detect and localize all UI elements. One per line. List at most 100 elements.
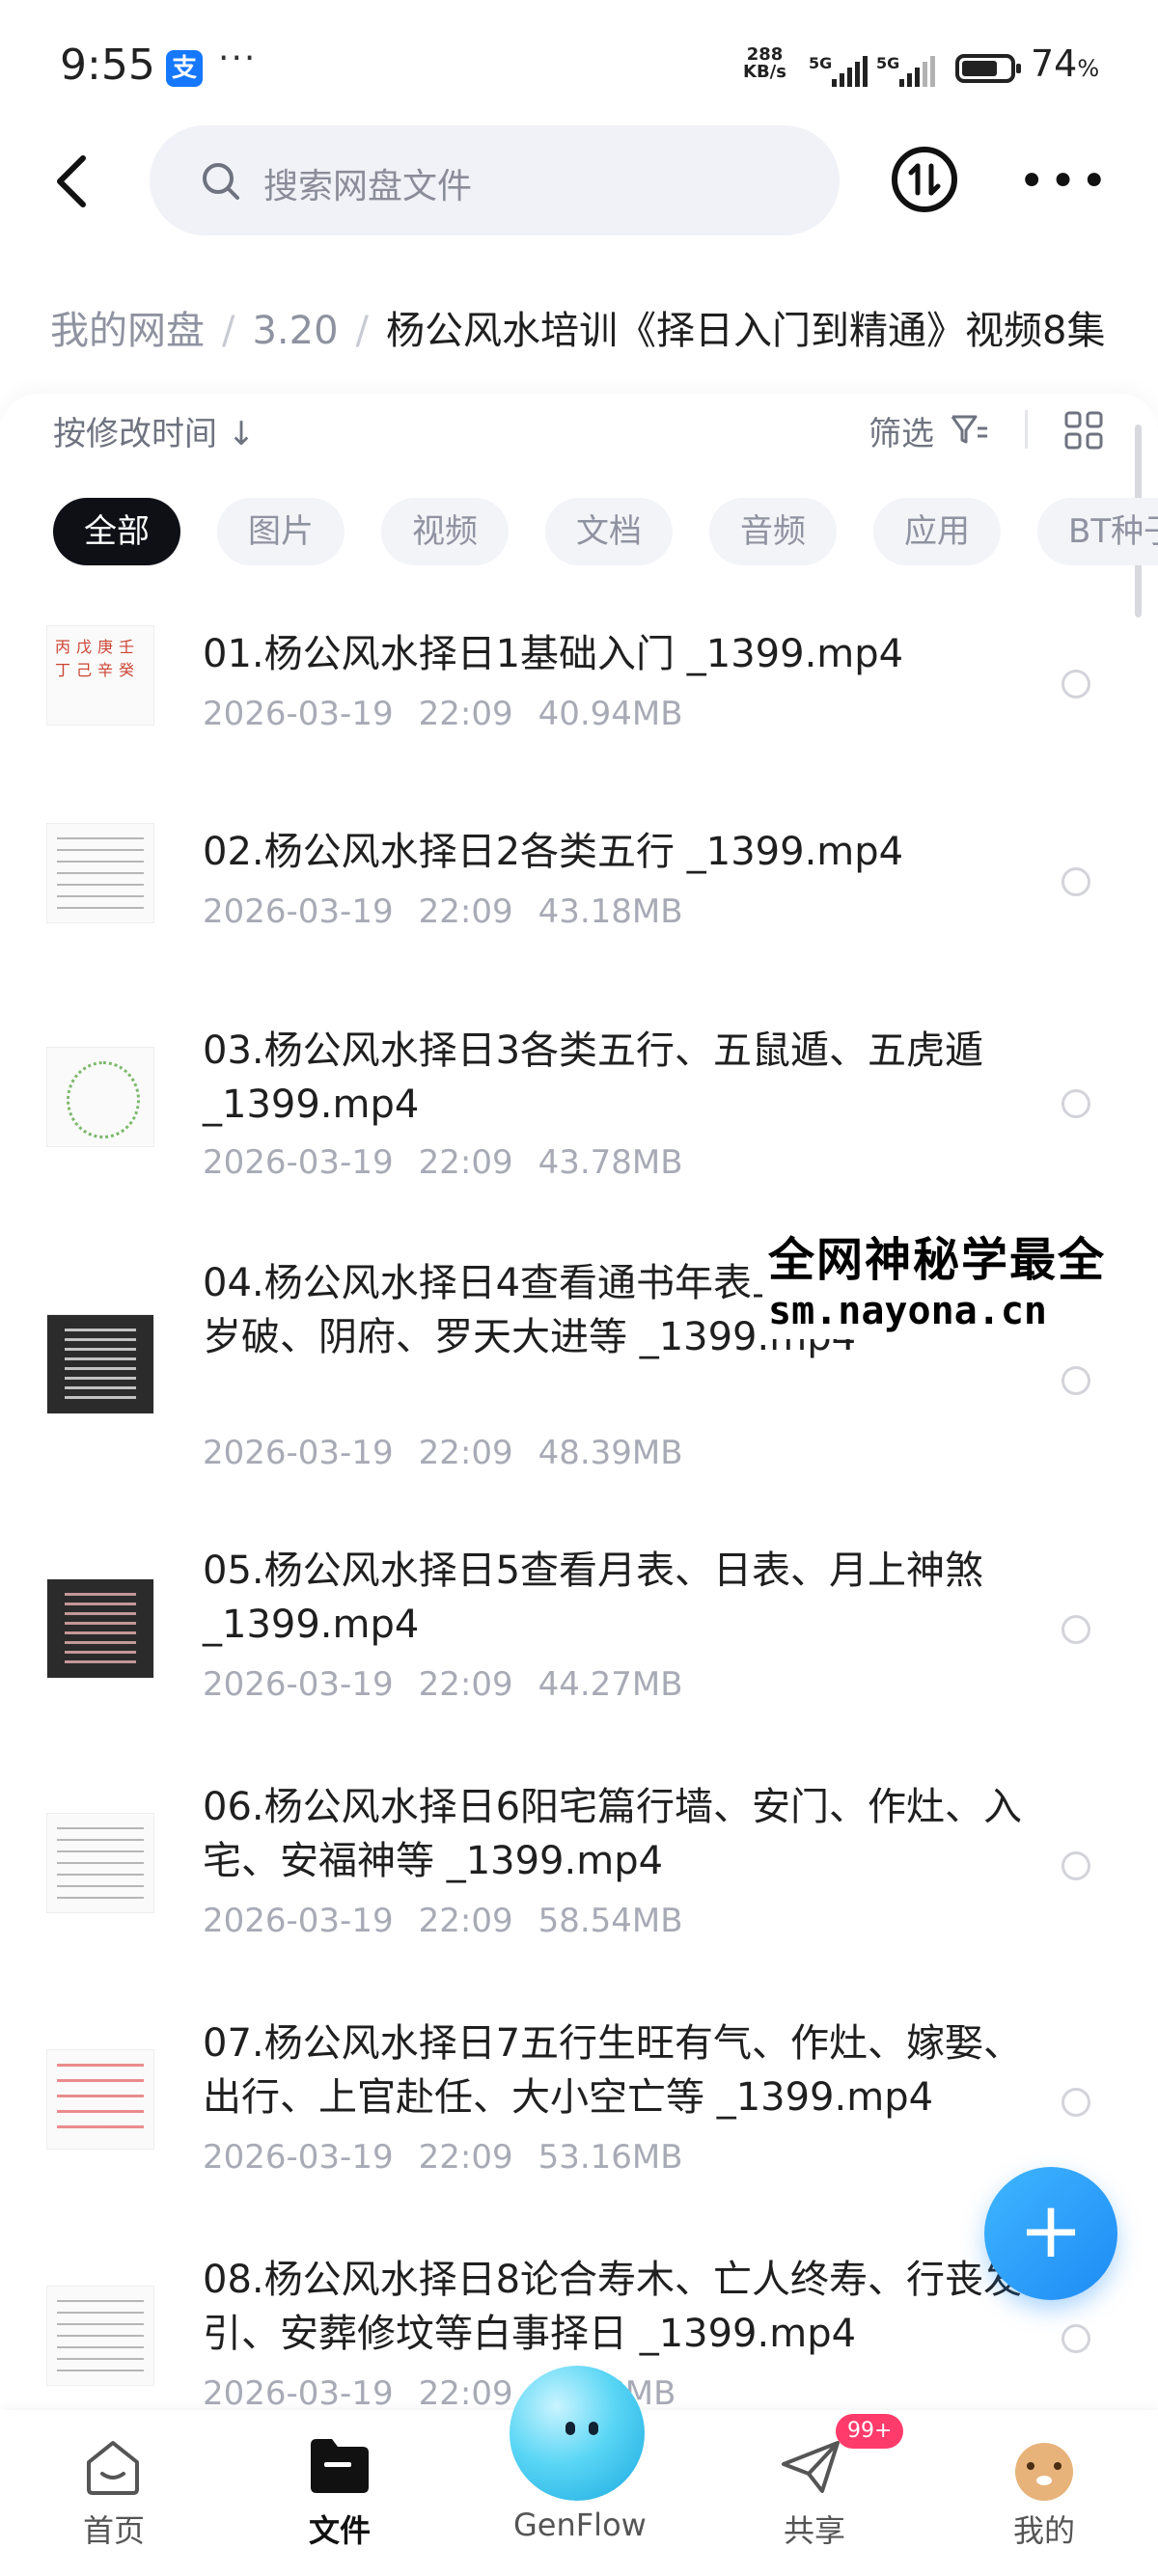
- file-row-7[interactable]: 07.杨公风水择日7五行生旺有气、作灶、嫁娶、出行、上官赴任、大小空亡等 _13…: [0, 2016, 1158, 2209]
- watermark-line-1: 全网神秘学最全: [768, 1233, 1107, 1287]
- file-name: 02.杨公风水择日2各类五行 _1399.mp4: [203, 830, 904, 874]
- video-thumbnail: [46, 1578, 154, 1679]
- transfer-arrows-icon: [908, 163, 941, 196]
- chip-video[interactable]: 视频: [381, 498, 509, 565]
- back-button[interactable]: [50, 152, 96, 210]
- more-options-button[interactable]: •••: [1018, 158, 1112, 205]
- select-radio[interactable]: [1062, 867, 1090, 896]
- file-date: 2026-03-19: [203, 1434, 394, 1472]
- toolbar-divider: [1025, 410, 1028, 449]
- file-row-2[interactable]: 02.杨公风水择日2各类五行 _1399.mp4 2026-03-19 22:09…: [0, 815, 1158, 960]
- file-name: 07.杨公风水择日7五行生旺有气、作灶、嫁娶、出行、上官赴任、大小空亡等 _13…: [203, 2021, 1023, 2120]
- genflow-mascot-icon[interactable]: [510, 2366, 645, 2501]
- video-thumbnail: 丙戊庚壬丁己辛癸: [46, 625, 154, 726]
- file-row-3[interactable]: 03.杨公风水择日3各类五行、五鼠遁、五虎遁 _1399.mp4 2026-03…: [0, 1018, 1158, 1211]
- filter-button[interactable]: 筛选: [868, 407, 934, 454]
- file-size: 43.78MB: [538, 1143, 683, 1182]
- file-row-6[interactable]: 06.杨公风水择日6阳宅篇行墙、安门、作灶、入宅、安福神等 _1399.mp4 …: [0, 1780, 1158, 1973]
- file-time: 22:09: [418, 2138, 513, 2177]
- more-notifications-icon: ···: [218, 39, 258, 78]
- sort-arrow-icon: ↓: [227, 415, 256, 453]
- file-time: 22:09: [418, 1902, 513, 1940]
- chip-bt-torrent[interactable]: BT种子: [1037, 498, 1158, 565]
- breadcrumb-folder[interactable]: 3.20: [252, 309, 338, 353]
- file-date: 2026-03-19: [203, 2138, 394, 2177]
- file-name: 08.杨公风水择日8论合寿木、亡人终寿、行丧发引、安葬修坟等白事择日 _1399…: [203, 2258, 1023, 2356]
- breadcrumb-root[interactable]: 我的网盘: [50, 309, 205, 353]
- video-thumbnail: [46, 1047, 154, 1147]
- watermark-overlay: 全网神秘学最全 sm.nayona.cn: [762, 1218, 1113, 1339]
- file-name: 01.杨公风水择日1基础入门 _1399.mp4: [203, 632, 904, 676]
- search-input[interactable]: 搜索网盘文件: [150, 125, 840, 235]
- file-meta: 2026-03-19 22:09 44.27MB: [203, 1665, 708, 1704]
- status-bar: 9:55 支 ··· 288 KB/s 5G 5G 74%: [0, 0, 1158, 140]
- select-radio[interactable]: [1062, 1366, 1090, 1395]
- battery-percent: 74%: [1031, 42, 1100, 85]
- file-date: 2026-03-19: [203, 1902, 394, 1940]
- video-thumbnail: [46, 1314, 154, 1414]
- file-row-1[interactable]: 丙戊庚壬丁己辛癸 01.杨公风水择日1基础入门 _1399.mp4 2026-0…: [0, 617, 1158, 762]
- sort-button[interactable]: 按修改时间 ↓: [53, 407, 255, 454]
- select-radio[interactable]: [1062, 2324, 1090, 2353]
- file-date: 2026-03-19: [203, 2374, 394, 2410]
- video-thumbnail: [46, 823, 154, 923]
- breadcrumb-separator: /: [222, 309, 235, 353]
- breadcrumb: 我的网盘 / 3.20 / 杨公风水培训《择日入门到精通》视频8集: [50, 299, 1158, 355]
- file-size: 44.27MB: [538, 1665, 683, 1704]
- transfer-list-button[interactable]: [892, 147, 957, 212]
- select-radio[interactable]: [1062, 1851, 1090, 1880]
- clock: 9:55: [60, 41, 155, 90]
- sim1-type: 5G: [809, 54, 833, 72]
- file-time: 22:09: [418, 2374, 513, 2410]
- sort-label: 按修改时间: [53, 415, 217, 453]
- file-meta: 2026-03-19 22:09 40.94MB: [203, 695, 708, 733]
- file-size: 43.18MB: [538, 892, 683, 931]
- select-radio[interactable]: [1062, 2088, 1090, 2117]
- grid-view-icon[interactable]: [1063, 410, 1104, 451]
- share-paper-plane-icon[interactable]: [780, 2437, 843, 2497]
- select-radio[interactable]: [1062, 1615, 1090, 1644]
- home-icon[interactable]: [81, 2435, 145, 2499]
- file-row-5[interactable]: 05.杨公风水择日5查看月表、日表、月上神煞 _1399.mp4 2026-03…: [0, 1544, 1158, 1737]
- file-time: 22:09: [418, 1434, 513, 1472]
- chip-apps[interactable]: 应用: [873, 498, 1001, 565]
- nav-me-label[interactable]: 我的: [1013, 2507, 1075, 2551]
- file-size: 58.54MB: [538, 1902, 683, 1940]
- video-thumbnail: [46, 2049, 154, 2150]
- search-icon: [203, 163, 239, 200]
- file-time: 22:09: [418, 1143, 513, 1182]
- file-meta: 2026-03-19 22:09 48.39MB: [203, 1434, 708, 1472]
- chip-images[interactable]: 图片: [217, 498, 345, 565]
- select-radio[interactable]: [1062, 670, 1090, 699]
- folder-icon[interactable]: [307, 2435, 372, 2497]
- file-name: 06.杨公风水择日6阳宅篇行墙、安门、作灶、入宅、安福神等 _1399.mp4: [203, 1785, 1023, 1883]
- file-time: 22:09: [418, 892, 513, 931]
- chevron-left-icon: [57, 155, 86, 207]
- signal-2-icon: [899, 56, 935, 87]
- breadcrumb-separator: /: [355, 309, 370, 353]
- file-meta: 2026-03-19 22:09 43.78MB: [203, 1143, 708, 1182]
- avatar[interactable]: [1015, 2443, 1073, 2501]
- chip-all[interactable]: 全部: [53, 498, 180, 565]
- nav-share-label[interactable]: 共享: [784, 2507, 845, 2551]
- category-chips: 全部 图片 视频 文档 音频 应用 BT种子: [53, 498, 1158, 565]
- file-date: 2026-03-19: [203, 1143, 394, 1182]
- file-date: 2026-03-19: [203, 1665, 394, 1704]
- file-size: 53.16MB: [538, 2138, 683, 2177]
- nav-home-label[interactable]: 首页: [83, 2507, 145, 2551]
- nav-genflow-label[interactable]: GenFlow: [513, 2507, 647, 2543]
- nav-files-label[interactable]: 文件: [309, 2507, 371, 2551]
- file-meta: 2026-03-19 22:09 58.54MB: [203, 1902, 708, 1940]
- chip-documents[interactable]: 文档: [545, 498, 673, 565]
- video-thumbnail: [46, 1813, 154, 1913]
- breadcrumb-current: 杨公风水培训《择日入门到精通》视频8集: [386, 309, 1106, 353]
- filter-icon[interactable]: [951, 413, 989, 448]
- video-thumbnail: [46, 2286, 154, 2386]
- signal-1-icon: [832, 56, 868, 87]
- add-button[interactable]: +: [984, 2167, 1117, 2300]
- file-time: 22:09: [418, 695, 513, 733]
- chip-audio[interactable]: 音频: [709, 498, 837, 565]
- search-placeholder: 搜索网盘文件: [263, 167, 473, 206]
- battery-icon: [955, 54, 1021, 83]
- select-radio[interactable]: [1062, 1089, 1090, 1118]
